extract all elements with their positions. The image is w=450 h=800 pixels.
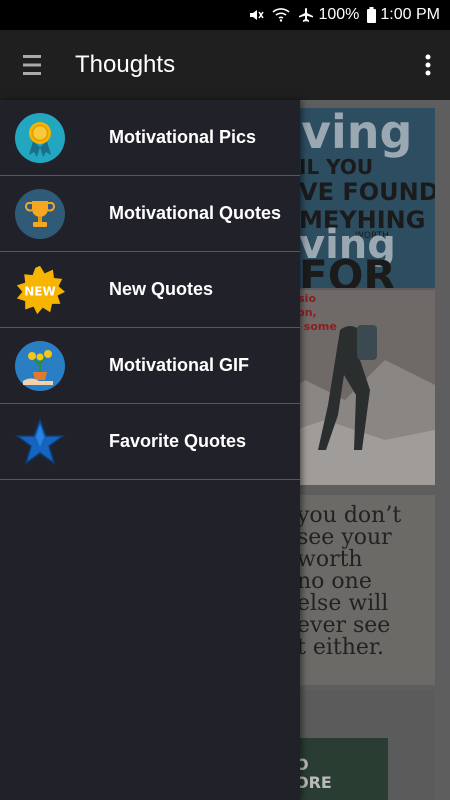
svg-text:IL YOU: IL YOU bbox=[299, 155, 373, 179]
app-bar: Thoughts bbox=[0, 30, 450, 100]
status-bar: 100% 1:00 PM bbox=[0, 0, 450, 30]
svg-text:FOR: FOR bbox=[299, 251, 396, 288]
drawer-item-motivational-gif[interactable]: Motivational GIF bbox=[0, 328, 300, 404]
airplane-icon bbox=[298, 7, 314, 23]
battery-icon bbox=[367, 7, 377, 23]
app-title: Thoughts bbox=[75, 51, 176, 78]
drawer-item-label: Motivational Pics bbox=[109, 127, 257, 147]
navigation-drawer: Motivational Pics Motivational Quotes NE… bbox=[0, 100, 300, 800]
svg-text:NEW: NEW bbox=[24, 284, 56, 298]
overflow-menu-button[interactable] bbox=[418, 50, 438, 80]
svg-text:ving: ving bbox=[301, 108, 412, 159]
drawer-item-favorite-quotes[interactable]: Favorite Quotes bbox=[0, 404, 300, 480]
drawer-item-label: Motivational GIF bbox=[109, 355, 250, 375]
wifi-icon bbox=[272, 8, 291, 22]
mute-icon bbox=[248, 7, 265, 23]
drawer-item-motivational-quotes[interactable]: Motivational Quotes bbox=[0, 176, 300, 252]
money-plant-icon bbox=[15, 340, 65, 391]
star-icon bbox=[15, 417, 65, 467]
battery-percent: 100% bbox=[318, 6, 360, 23]
svg-text:VE FOUND: VE FOUND bbox=[299, 178, 435, 206]
svg-text:ORE: ORE bbox=[295, 773, 332, 792]
drawer-item-motivational-pics[interactable]: Motivational Pics bbox=[0, 100, 300, 176]
menu-icon bbox=[23, 55, 41, 75]
menu-button[interactable] bbox=[17, 50, 47, 80]
drawer-item-label: Motivational Quotes bbox=[109, 203, 282, 223]
clock: 1:00 PM bbox=[380, 6, 440, 23]
drawer-item-new-quotes[interactable]: NEW New Quotes bbox=[0, 252, 300, 328]
drawer-item-label: Favorite Quotes bbox=[109, 431, 247, 451]
new-badge-icon: NEW bbox=[15, 265, 65, 315]
trophy-icon bbox=[15, 188, 65, 239]
drawer-item-label: New Quotes bbox=[109, 279, 214, 299]
more-vert-icon bbox=[425, 54, 431, 76]
medal-icon bbox=[15, 112, 65, 163]
